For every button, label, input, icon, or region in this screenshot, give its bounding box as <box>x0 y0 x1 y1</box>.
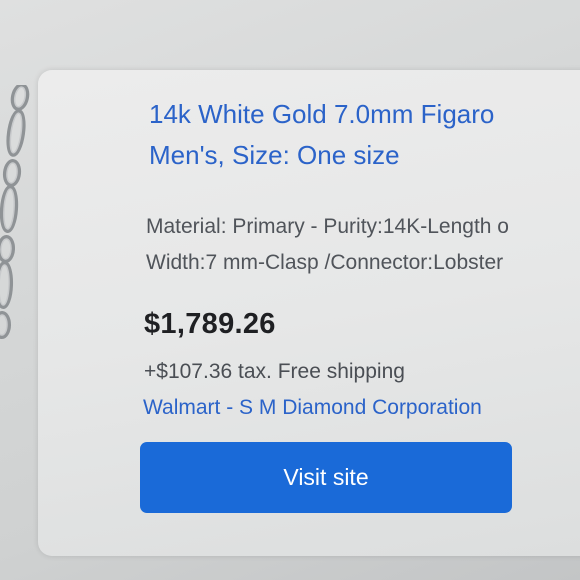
product-title[interactable]: 14k White Gold 7.0mm Figaro Men's, Size:… <box>149 94 580 176</box>
product-title-line-1[interactable]: 14k White Gold 7.0mm Figaro <box>149 94 580 135</box>
seller-link[interactable]: Walmart - S M Diamond Corporation <box>143 396 482 420</box>
visit-site-button[interactable]: Visit site <box>140 442 512 513</box>
screen: 14k White Gold 7.0mm Figaro Men's, Size:… <box>0 0 580 580</box>
product-price: $1,789.26 <box>144 308 276 340</box>
product-title-line-2[interactable]: Men's, Size: One size <box>149 135 580 176</box>
product-description-line-2: Width:7 mm-Clasp /Connector:Lobster <box>146 251 504 274</box>
tax-shipping-info: +$107.36 tax. Free shipping <box>144 360 405 383</box>
product-description: Material: Primary - Purity:14K-Length o … <box>146 209 580 281</box>
chain-necklace-icon[interactable] <box>0 85 47 355</box>
product-description-line-1: Material: Primary - Purity:14K-Length o <box>146 215 509 238</box>
